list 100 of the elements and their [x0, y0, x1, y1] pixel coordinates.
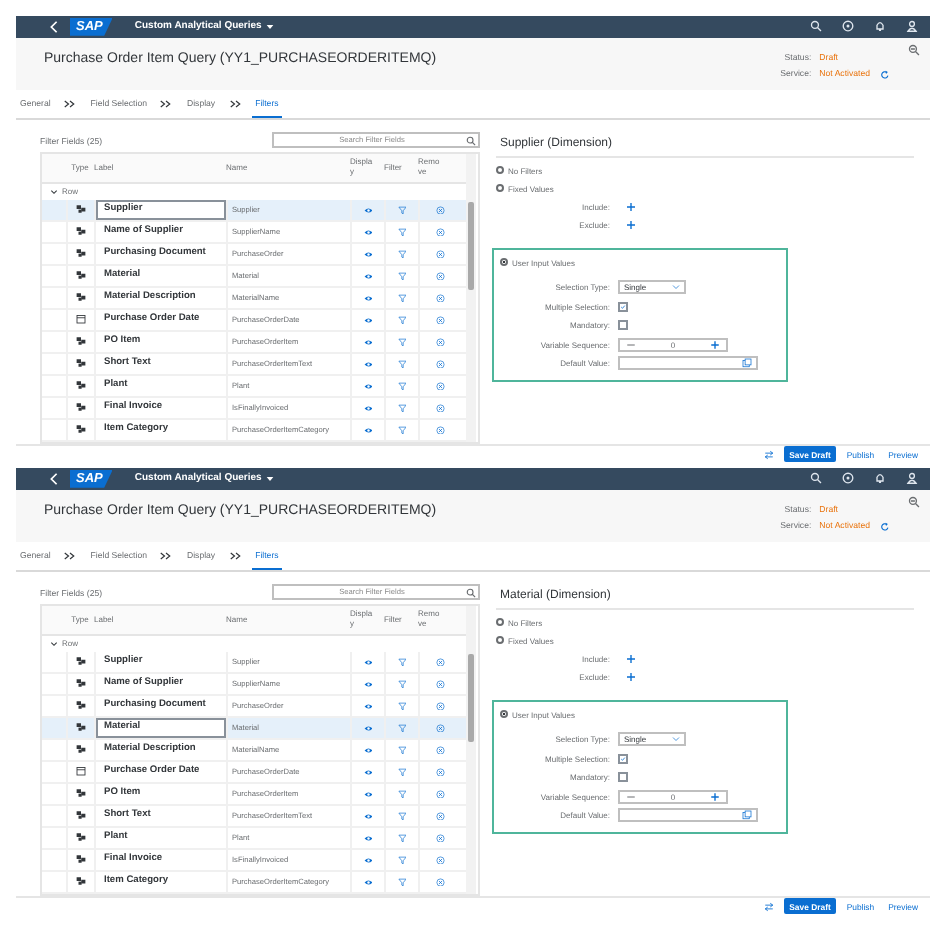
plus-icon[interactable] — [709, 339, 720, 350]
filter-icon[interactable] — [397, 315, 407, 325]
remove-icon[interactable] — [436, 745, 446, 755]
eye-icon[interactable] — [363, 293, 373, 303]
filter-icon[interactable] — [397, 227, 407, 237]
eye-icon[interactable] — [363, 723, 373, 733]
back-icon[interactable] — [48, 471, 60, 486]
minus-icon[interactable] — [626, 339, 636, 350]
remove-icon[interactable] — [436, 701, 446, 711]
remove-icon[interactable] — [436, 249, 446, 259]
help-icon[interactable] — [842, 472, 854, 485]
eye-icon[interactable] — [363, 337, 373, 347]
eye-icon[interactable] — [363, 877, 373, 887]
eye-icon[interactable] — [363, 789, 373, 799]
minus-icon[interactable] — [626, 791, 636, 802]
remove-icon[interactable] — [436, 877, 446, 887]
filter-icon[interactable] — [397, 271, 407, 281]
radio-button[interactable] — [500, 258, 508, 267]
filter-icon[interactable] — [397, 337, 407, 347]
filter-icon[interactable] — [397, 767, 407, 777]
remove-icon[interactable] — [436, 723, 446, 733]
remove-icon[interactable] — [436, 833, 446, 843]
filter-icon[interactable] — [397, 359, 407, 369]
remove-icon[interactable] — [436, 205, 446, 215]
filter-icon[interactable] — [397, 679, 407, 689]
filter-icon[interactable] — [397, 811, 407, 821]
remove-icon[interactable] — [436, 425, 446, 435]
filter-icon[interactable] — [397, 701, 407, 711]
radio-button[interactable] — [500, 710, 508, 719]
checkbox[interactable] — [618, 753, 628, 764]
radio-button[interactable] — [496, 166, 504, 175]
eye-icon[interactable] — [363, 679, 373, 689]
eye-icon[interactable] — [363, 315, 373, 325]
scrollbar[interactable] — [466, 605, 476, 894]
eye-icon[interactable] — [363, 855, 373, 865]
refresh-icon[interactable] — [880, 69, 890, 80]
eye-icon[interactable] — [363, 271, 373, 281]
add-icon[interactable] — [626, 671, 636, 682]
remove-icon[interactable] — [436, 337, 446, 347]
eye-icon[interactable] — [363, 403, 373, 413]
checkbox[interactable] — [618, 772, 628, 783]
arrows-icon[interactable] — [763, 449, 774, 460]
plus-icon[interactable] — [709, 791, 720, 802]
filter-icon[interactable] — [397, 789, 407, 799]
remove-icon[interactable] — [436, 789, 446, 799]
search-icon[interactable] — [466, 135, 476, 146]
radio-button[interactable] — [496, 184, 504, 193]
eye-icon[interactable] — [363, 205, 373, 215]
remove-icon[interactable] — [436, 227, 446, 237]
filter-icon[interactable] — [397, 833, 407, 843]
remove-icon[interactable] — [436, 403, 446, 413]
filter-icon[interactable] — [397, 293, 407, 303]
value-help-icon[interactable] — [742, 358, 752, 369]
zoom-icon[interactable] — [908, 43, 920, 56]
eye-icon[interactable] — [363, 227, 373, 237]
radio-button[interactable] — [496, 636, 504, 645]
remove-icon[interactable] — [436, 811, 446, 821]
value-help-icon[interactable] — [742, 810, 752, 821]
eye-icon[interactable] — [363, 425, 373, 435]
eye-icon[interactable] — [363, 833, 373, 843]
filter-icon[interactable] — [397, 403, 407, 413]
search-icon[interactable] — [466, 587, 476, 598]
filter-icon[interactable] — [397, 249, 407, 259]
filter-icon[interactable] — [397, 205, 407, 215]
eye-icon[interactable] — [363, 811, 373, 821]
filter-icon[interactable] — [397, 425, 407, 435]
default-value-field[interactable] — [618, 808, 758, 823]
checkbox[interactable] — [618, 320, 628, 331]
eye-icon[interactable] — [363, 657, 373, 667]
radio-button[interactable] — [496, 618, 504, 627]
arrows-icon[interactable] — [763, 901, 774, 912]
remove-icon[interactable] — [436, 315, 446, 325]
remove-icon[interactable] — [436, 381, 446, 391]
back-icon[interactable] — [48, 19, 60, 34]
eye-icon[interactable] — [363, 767, 373, 777]
bell-icon[interactable] — [874, 20, 886, 33]
filter-icon[interactable] — [397, 877, 407, 887]
user-icon[interactable] — [906, 20, 918, 33]
remove-icon[interactable] — [436, 679, 446, 689]
remove-icon[interactable] — [436, 271, 446, 281]
default-value-field[interactable] — [618, 356, 758, 371]
zoom-icon[interactable] — [908, 495, 920, 508]
remove-icon[interactable] — [436, 293, 446, 303]
filter-icon[interactable] — [397, 723, 407, 733]
eye-icon[interactable] — [363, 249, 373, 259]
eye-icon[interactable] — [363, 701, 373, 711]
add-icon[interactable] — [626, 219, 636, 230]
remove-icon[interactable] — [436, 657, 446, 667]
add-icon[interactable] — [626, 201, 636, 212]
add-icon[interactable] — [626, 653, 636, 664]
scrollbar[interactable] — [466, 153, 476, 442]
eye-icon[interactable] — [363, 745, 373, 755]
bell-icon[interactable] — [874, 472, 886, 485]
checkbox[interactable] — [618, 301, 628, 312]
eye-icon[interactable] — [363, 359, 373, 369]
remove-icon[interactable] — [436, 767, 446, 777]
filter-icon[interactable] — [397, 381, 407, 391]
user-icon[interactable] — [906, 472, 918, 485]
filter-icon[interactable] — [397, 657, 407, 667]
remove-icon[interactable] — [436, 359, 446, 369]
